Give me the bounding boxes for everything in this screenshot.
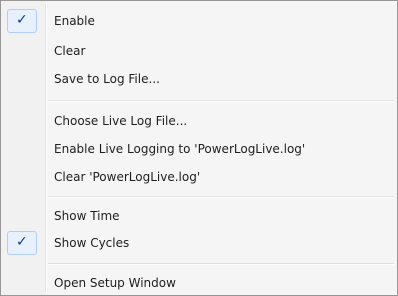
menu-item-show-cycles[interactable]: ✓ Show Cycles bbox=[4, 231, 394, 255]
menu-item-label: Save to Log File... bbox=[54, 72, 160, 86]
menu-item-label: Enable Live Logging to 'PowerLogLive.log… bbox=[54, 142, 306, 156]
menu-item-show-time[interactable]: Show Time bbox=[4, 204, 394, 228]
menu-item-open-setup-window[interactable]: Open Setup Window bbox=[4, 271, 394, 295]
menu-separator bbox=[48, 196, 394, 198]
menu-item-label: Show Time bbox=[54, 209, 120, 223]
menu-item-choose-live-log-file[interactable]: Choose Live Log File... bbox=[4, 109, 394, 133]
menu-item-clear-live-log[interactable]: Clear 'PowerLogLive.log' bbox=[4, 165, 394, 189]
menu-item-label: Show Cycles bbox=[54, 236, 130, 250]
menu-item-enable-live-logging[interactable]: Enable Live Logging to 'PowerLogLive.log… bbox=[4, 137, 394, 161]
menu-separator bbox=[48, 100, 394, 102]
menu-item-label: Choose Live Log File... bbox=[54, 114, 188, 128]
menu-item-enable[interactable]: ✓ Enable bbox=[4, 9, 394, 33]
checkmark-icon: ✓ bbox=[16, 234, 28, 250]
menu-item-label: Open Setup Window bbox=[54, 276, 176, 290]
menu-item-label: Enable bbox=[54, 14, 95, 28]
menu-item-save-to-log-file[interactable]: Save to Log File... bbox=[4, 67, 394, 91]
menu-separator bbox=[48, 263, 394, 265]
menu-item-label: Clear 'PowerLogLive.log' bbox=[54, 170, 201, 184]
context-menu: ✓ Enable Clear Save to Log File... Choos… bbox=[0, 0, 398, 296]
menu-item-clear[interactable]: Clear bbox=[4, 39, 394, 63]
checkmark-icon: ✓ bbox=[16, 12, 28, 28]
menu-item-label: Clear bbox=[54, 44, 86, 58]
